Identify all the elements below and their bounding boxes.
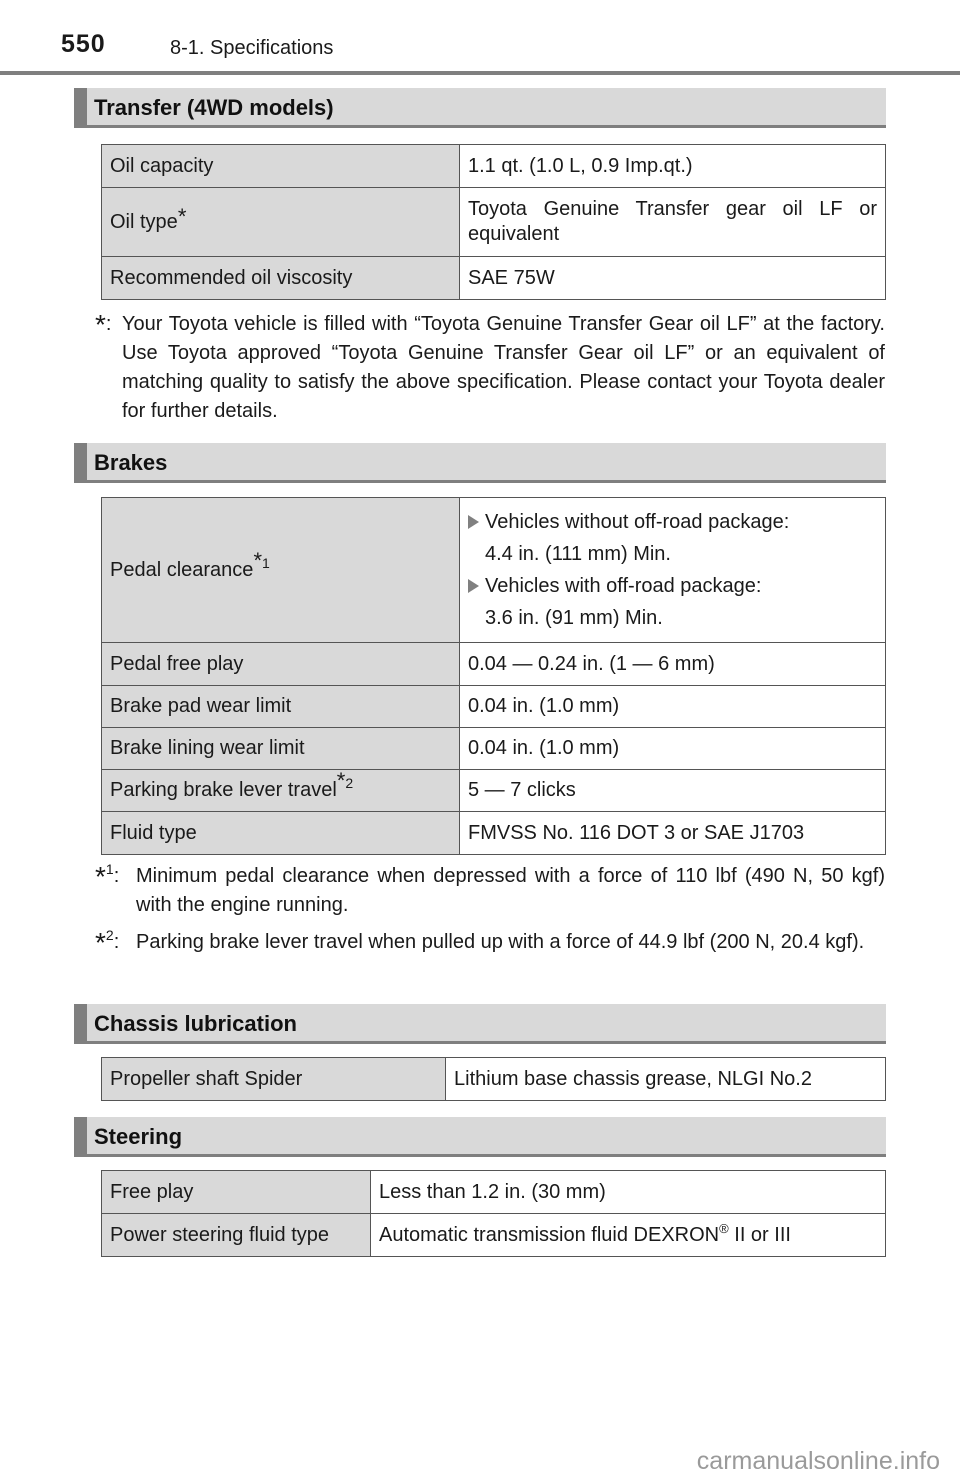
table-row: Recommended oil viscosity SAE 75W xyxy=(101,256,886,300)
row-value: 0.04 in. (1.0 mm) xyxy=(459,727,886,770)
registered-mark: ® xyxy=(719,1220,729,1236)
row-value: Lithium base chassis grease, NLGI No.2 xyxy=(445,1057,886,1101)
footnote-marker: *: xyxy=(95,309,112,340)
list-item-value: 3.6 in. (91 mm) Min. xyxy=(485,607,663,629)
footnote-text: Minimum pedal clearance when depressed w… xyxy=(136,865,885,916)
row-value: Vehicles without off-road package: 4.4 i… xyxy=(459,497,886,643)
footnote-text: Parking brake lever travel when pulled u… xyxy=(136,931,865,953)
footnote-text: Your Toyota vehicle is filled with “Toyo… xyxy=(122,313,885,422)
table-row: Propeller shaft Spider Lithium base chas… xyxy=(101,1057,886,1101)
row-key-text: Parking brake lever travel xyxy=(110,779,337,801)
row-key: Propeller shaft Spider xyxy=(101,1057,446,1101)
row-key: Oil capacity xyxy=(101,144,460,188)
table-row: Parking brake lever travel*2 5 — 7 click… xyxy=(101,768,886,812)
steering-table: Free play Less than 1.2 in. (30 mm) Powe… xyxy=(101,1170,886,1257)
triangle-bullet-icon xyxy=(468,515,479,529)
row-key: Recommended oil viscosity xyxy=(101,256,460,300)
row-key: Pedal clearance*1 xyxy=(101,497,460,643)
chassis-table: Propeller shaft Spider Lithium base chas… xyxy=(101,1057,886,1101)
table-row: Brake lining wear limit 0.04 in. (1.0 mm… xyxy=(101,727,886,770)
steering-heading: Steering xyxy=(74,1117,886,1157)
table-row: Free play Less than 1.2 in. (30 mm) xyxy=(101,1170,886,1214)
brakes-heading: Brakes xyxy=(74,443,886,483)
row-key: Free play xyxy=(101,1170,371,1214)
row-key-text: Oil type xyxy=(110,210,178,233)
page-header: 550 8-1. Specifications xyxy=(0,0,960,76)
row-value: FMVSS No. 116 DOT 3 or SAE J1703 xyxy=(459,811,886,855)
section-title: 8-1. Specifications xyxy=(170,37,334,59)
footnote-marker: *2: xyxy=(95,927,120,958)
table-row: Oil capacity 1.1 qt. (1.0 L, 0.9 Imp.qt.… xyxy=(101,144,886,188)
brakes-heading-text: Brakes xyxy=(94,450,168,475)
table-row: Oil type* Toyota Genuine Transfer gear o… xyxy=(101,187,886,257)
header-rule xyxy=(0,71,960,75)
row-key: Power steering fluid type xyxy=(101,1213,371,1257)
brakes-footnote-2: *2: Parking brake lever travel when pull… xyxy=(95,928,885,957)
row-key: Brake pad wear limit xyxy=(101,685,460,728)
table-row: Power steering fluid type Automatic tran… xyxy=(101,1213,886,1257)
row-key: Pedal free play xyxy=(101,642,460,686)
row-value: 5 — 7 clicks xyxy=(459,769,886,812)
row-key: Parking brake lever travel*2 xyxy=(101,768,460,812)
row-key: Brake lining wear limit xyxy=(101,727,460,770)
list-item-value: 4.4 in. (111 mm) Min. xyxy=(485,543,671,565)
table-row: Brake pad wear limit 0.04 in. (1.0 mm) xyxy=(101,685,886,728)
row-value: Toyota Genuine Transfer gear oil LF or e… xyxy=(459,187,886,257)
row-key: Oil type* xyxy=(101,187,460,257)
row-value: 0.04 — 0.24 in. (1 — 6 mm) xyxy=(459,642,886,686)
row-value: Less than 1.2 in. (30 mm) xyxy=(370,1170,886,1214)
table-row: Pedal free play 0.04 — 0.24 in. (1 — 6 m… xyxy=(101,642,886,686)
row-value: 0.04 in. (1.0 mm) xyxy=(459,685,886,728)
row-value: Automatic transmission fluid DEXRON® II … xyxy=(370,1213,886,1257)
transfer-heading-text: Transfer (4WD models) xyxy=(94,95,334,120)
brakes-footnote-1: *1: Minimum pedal clearance when depress… xyxy=(95,862,885,920)
page-number: 550 xyxy=(61,30,106,58)
footnote-marker: * xyxy=(177,203,187,229)
triangle-bullet-icon xyxy=(468,579,479,593)
transfer-heading: Transfer (4WD models) xyxy=(74,88,886,128)
brakes-table: Pedal clearance*1 Vehicles without off-r… xyxy=(101,497,886,855)
watermark: carmanualsonline.info xyxy=(696,1447,940,1475)
list-item: Vehicles with off-road package: xyxy=(468,570,877,602)
transfer-footnote: *: Your Toyota vehicle is filled with “T… xyxy=(95,310,885,426)
footnote-marker: *2 xyxy=(336,768,354,793)
row-value: SAE 75W xyxy=(459,256,886,300)
table-row: Fluid type FMVSS No. 116 DOT 3 or SAE J1… xyxy=(101,811,886,855)
row-key: Fluid type xyxy=(101,811,460,855)
footnote-marker: *1 xyxy=(253,547,270,573)
footnote-marker: *1: xyxy=(95,861,120,892)
chassis-heading: Chassis lubrication xyxy=(74,1004,886,1044)
list-item: Vehicles without off-road package: xyxy=(468,506,877,538)
steering-heading-text: Steering xyxy=(94,1124,183,1149)
transfer-table: Oil capacity 1.1 qt. (1.0 L, 0.9 Imp.qt.… xyxy=(101,144,886,300)
chassis-heading-text: Chassis lubrication xyxy=(94,1011,297,1036)
table-row: Pedal clearance*1 Vehicles without off-r… xyxy=(101,497,886,643)
row-key-text: Pedal clearance xyxy=(110,558,254,581)
row-value: 1.1 qt. (1.0 L, 0.9 Imp.qt.) xyxy=(459,144,886,188)
